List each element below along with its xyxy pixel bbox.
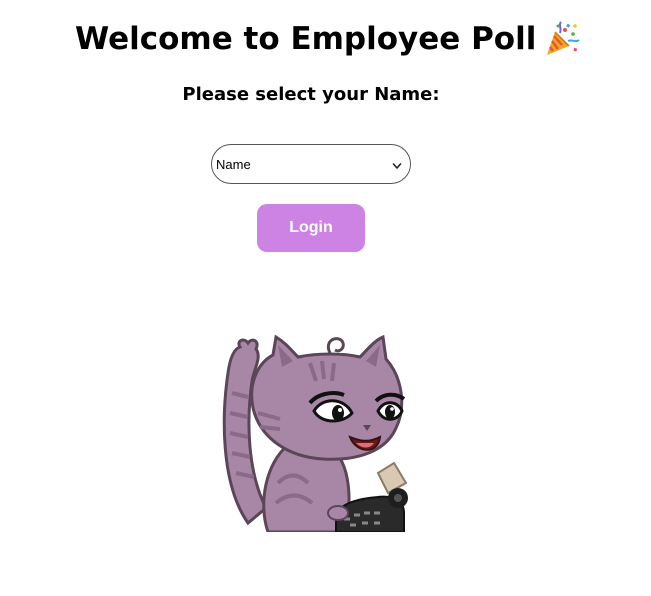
name-select-value: Name — [216, 156, 251, 172]
page-title-text: Welcome to Employee Poll — [75, 21, 537, 57]
name-select[interactable]: Name — [211, 144, 411, 184]
party-popper-icon — [544, 21, 580, 57]
chevron-down-icon — [392, 159, 402, 169]
page-title: Welcome to Employee Poll — [75, 18, 580, 60]
select-name-prompt: Please select your Name: — [182, 84, 440, 105]
login-button[interactable]: Login — [257, 204, 365, 252]
login-page: Welcome to Employee Poll Please select y… — [0, 0, 651, 596]
cat-typewriter-illustration — [218, 333, 413, 532]
